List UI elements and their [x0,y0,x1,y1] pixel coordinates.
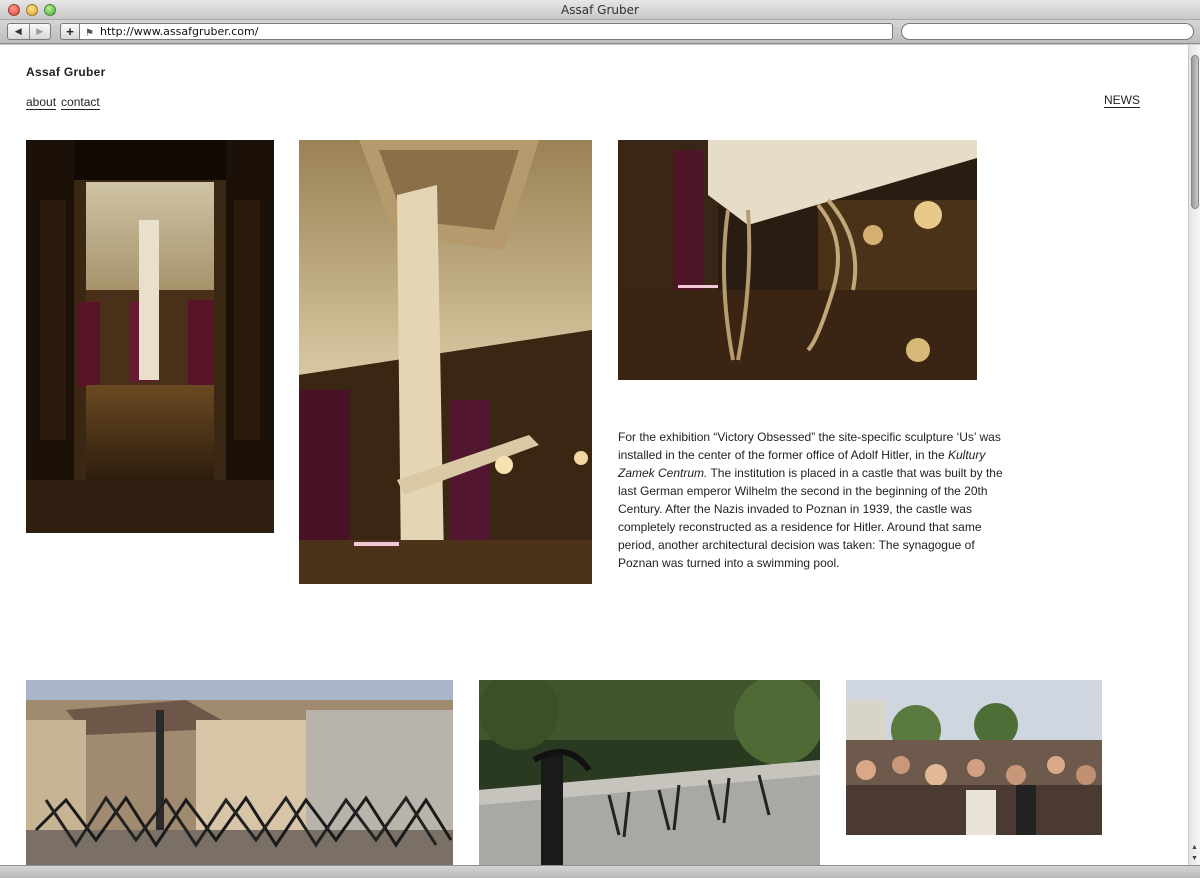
search-field[interactable] [901,23,1194,40]
site-title: Assaf Gruber [26,65,106,79]
photo-town-square[interactable] [26,680,453,865]
photo-garden-chairs[interactable] [479,680,820,865]
nav-news-link[interactable]: NEWS [1104,93,1140,108]
main-nav: about contact [26,95,100,110]
address-url: http://www.assafgruber.com/ [100,25,259,38]
scrollbar-thumb[interactable] [1191,55,1199,209]
photo-table-legs[interactable] [618,140,977,380]
scroll-up-icon[interactable]: ▲ [1191,844,1198,851]
signpost-icon: ⚑ [85,28,94,39]
back-button[interactable]: ◀ [8,24,29,39]
caption-text-start: For the exhibition “Victory Obsessed” th… [618,430,1001,462]
vertical-scrollbar[interactable]: ▲ ▼ [1188,45,1200,865]
nav-contact-link[interactable]: contact [61,95,100,110]
page-viewport: Assaf Gruber about contact NEWS For the … [0,45,1188,865]
history-buttons: ◀ ▶ [7,23,51,40]
window-title: Assaf Gruber [561,3,639,17]
address-bar[interactable]: ⚑ http://www.assafgruber.com/ [80,23,893,40]
scroll-down-icon[interactable]: ▼ [1191,855,1198,862]
forward-button[interactable]: ▶ [28,24,51,39]
photo-doorway-sculpture[interactable] [26,140,274,533]
nav-about-link[interactable]: about [26,95,57,110]
photo-crowd[interactable] [846,680,1102,835]
window-titlebar: Assaf Gruber [0,0,1200,20]
status-bar [0,865,1200,878]
exhibition-caption: For the exhibition “Victory Obsessed” th… [618,428,1008,572]
photo-sculpture-hall[interactable] [299,140,592,584]
caption-text-rest: The institution is placed in a castle th… [618,466,1003,570]
browser-toolbar: ◀ ▶ + ⚑ http://www.assafgruber.com/ [0,20,1200,44]
add-bookmark-button[interactable]: + [60,23,80,40]
